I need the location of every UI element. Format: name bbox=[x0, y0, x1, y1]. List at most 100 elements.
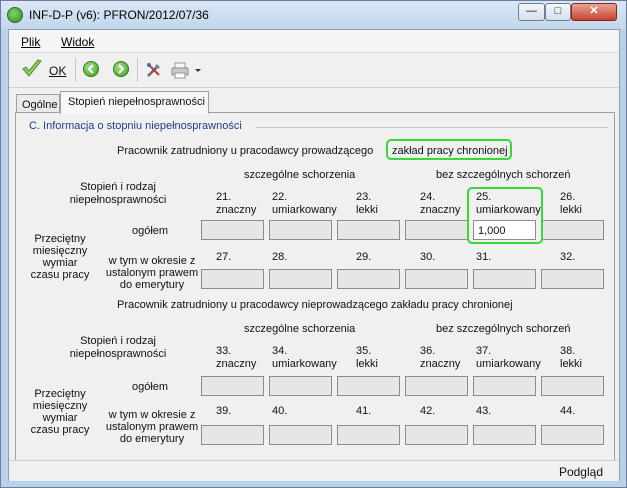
field-34[interactable] bbox=[269, 376, 332, 396]
toolbar-separator bbox=[75, 58, 76, 82]
col-num-30: 30. bbox=[420, 251, 436, 263]
field-36[interactable] bbox=[405, 376, 468, 396]
tools-icon[interactable] bbox=[145, 61, 163, 79]
block2-group-right: bez szczególnych schorzeń bbox=[436, 323, 571, 335]
col-name-23: lekki bbox=[356, 204, 379, 216]
toolbar: OK bbox=[9, 53, 619, 88]
col-name-38: lekki bbox=[560, 358, 583, 370]
tab-stopien-niepelnosprawnosci[interactable]: Stopień niepełnosprawności bbox=[60, 91, 209, 114]
side-label: wymiar bbox=[42, 257, 78, 269]
field-21[interactable] bbox=[201, 220, 264, 240]
title-bar[interactable]: INF-D-P (v6): PFRON/2012/07/36 — □ ✕ bbox=[1, 1, 626, 29]
col-num-44: 44. bbox=[560, 405, 576, 417]
col-num-39: 39. bbox=[216, 405, 232, 417]
tab-panel: C. Informacja o stopniu niepełnosprawnoś… bbox=[15, 112, 615, 466]
col-num-36: 36. bbox=[420, 345, 436, 357]
field-43[interactable] bbox=[473, 425, 536, 445]
block2-heading: Pracownik zatrudniony u pracodawcy niepr… bbox=[117, 299, 513, 311]
section-title: C. Informacja o stopniu niepełnosprawnoś… bbox=[29, 120, 242, 132]
col-num-41: 41. bbox=[356, 405, 372, 417]
forward-icon[interactable] bbox=[113, 61, 129, 77]
ogolem-label: ogółem bbox=[132, 225, 169, 237]
col-num-38: 38. bbox=[560, 345, 576, 357]
col-num-31: 31. bbox=[476, 251, 492, 263]
retire-label: ustalonym prawem bbox=[105, 421, 199, 433]
ogolem-label: ogółem bbox=[132, 381, 169, 393]
field-37[interactable] bbox=[473, 376, 536, 396]
col-name-22: umiarkowany bbox=[272, 204, 337, 216]
app-icon bbox=[7, 7, 23, 23]
side-label: Przeciętny bbox=[34, 388, 86, 400]
side-label: czasu pracy bbox=[30, 424, 90, 436]
field-29[interactable] bbox=[337, 269, 400, 289]
col-num-24: 24. bbox=[420, 191, 436, 203]
side-label: czasu pracy bbox=[30, 269, 90, 281]
block1-row-label: Stopień i rodzaj bbox=[80, 181, 156, 193]
dropdown-arrow-icon[interactable] bbox=[193, 61, 203, 79]
window-title: INF-D-P (v6): PFRON/2012/07/36 bbox=[29, 8, 209, 22]
status-text: Podgląd bbox=[558, 465, 603, 479]
minimize-button[interactable]: — bbox=[518, 3, 545, 21]
field-26[interactable] bbox=[541, 220, 604, 240]
field-33[interactable] bbox=[201, 376, 264, 396]
field-22[interactable] bbox=[269, 220, 332, 240]
block2-row-label: Stopień i rodzaj bbox=[80, 335, 156, 347]
col-name-36: znaczny bbox=[420, 358, 461, 370]
col-name-34: umiarkowany bbox=[272, 358, 337, 370]
status-bar: Podgląd bbox=[9, 460, 619, 481]
col-num-37: 37. bbox=[476, 345, 492, 357]
field-39[interactable] bbox=[201, 425, 264, 445]
toolbar-separator bbox=[137, 58, 138, 82]
block1-heading: Pracownik zatrudniony u pracodawcy prowa… bbox=[117, 145, 374, 157]
block1-row-label: niepełnosprawności bbox=[69, 194, 167, 206]
side-label: Przeciętny bbox=[34, 233, 86, 245]
block1-group-left: szczególne schorzenia bbox=[244, 169, 356, 181]
retire-label: w tym w okresie z bbox=[108, 409, 196, 421]
col-num-27: 27. bbox=[216, 251, 232, 263]
field-40[interactable] bbox=[269, 425, 332, 445]
field-38[interactable] bbox=[541, 376, 604, 396]
maximize-button[interactable]: □ bbox=[545, 3, 571, 21]
col-name-26: lekki bbox=[560, 204, 583, 216]
col-num-34: 34. bbox=[272, 345, 288, 357]
check-icon[interactable] bbox=[21, 58, 43, 80]
col-num-43: 43. bbox=[476, 405, 492, 417]
col-num-35: 35. bbox=[356, 345, 372, 357]
col-num-22: 22. bbox=[272, 191, 288, 203]
retire-label: w tym w okresie z bbox=[108, 255, 196, 267]
side-label: miesięczny bbox=[32, 400, 88, 412]
field-24[interactable] bbox=[405, 220, 468, 240]
col-num-33: 33. bbox=[216, 345, 232, 357]
ok-button[interactable]: OK bbox=[49, 64, 66, 78]
col-name-24: znaczny bbox=[420, 204, 461, 216]
menu-widok[interactable]: Widok bbox=[61, 35, 94, 49]
col-name-33: znaczny bbox=[216, 358, 257, 370]
col-num-26: 26. bbox=[560, 191, 576, 203]
menu-bar: Plik Widok bbox=[9, 30, 619, 53]
print-icon[interactable] bbox=[171, 61, 189, 79]
field-23[interactable] bbox=[337, 220, 400, 240]
field-30[interactable] bbox=[405, 269, 468, 289]
client-area: Plik Widok OK Ogólne Stopień niepełnospr… bbox=[8, 29, 620, 481]
back-icon[interactable] bbox=[83, 61, 99, 77]
field-35[interactable] bbox=[337, 376, 400, 396]
field-42[interactable] bbox=[405, 425, 468, 445]
field-31[interactable] bbox=[473, 269, 536, 289]
tab-ogolne[interactable]: Ogólne bbox=[16, 94, 60, 113]
field-44[interactable] bbox=[541, 425, 604, 445]
col-num-42: 42. bbox=[420, 405, 436, 417]
menu-plik[interactable]: Plik bbox=[21, 35, 40, 49]
field-32[interactable] bbox=[541, 269, 604, 289]
col-num-28: 28. bbox=[272, 251, 288, 263]
section-divider bbox=[256, 127, 608, 128]
field-28[interactable] bbox=[269, 269, 332, 289]
app-window: INF-D-P (v6): PFRON/2012/07/36 — □ ✕ Pli… bbox=[0, 0, 627, 488]
col-num-23: 23. bbox=[356, 191, 372, 203]
field-41[interactable] bbox=[337, 425, 400, 445]
highlight-field-25 bbox=[467, 187, 543, 244]
col-name-35: lekki bbox=[356, 358, 379, 370]
col-num-32: 32. bbox=[560, 251, 576, 263]
close-button[interactable]: ✕ bbox=[571, 3, 617, 21]
col-name-21: znaczny bbox=[216, 204, 257, 216]
field-27[interactable] bbox=[201, 269, 264, 289]
